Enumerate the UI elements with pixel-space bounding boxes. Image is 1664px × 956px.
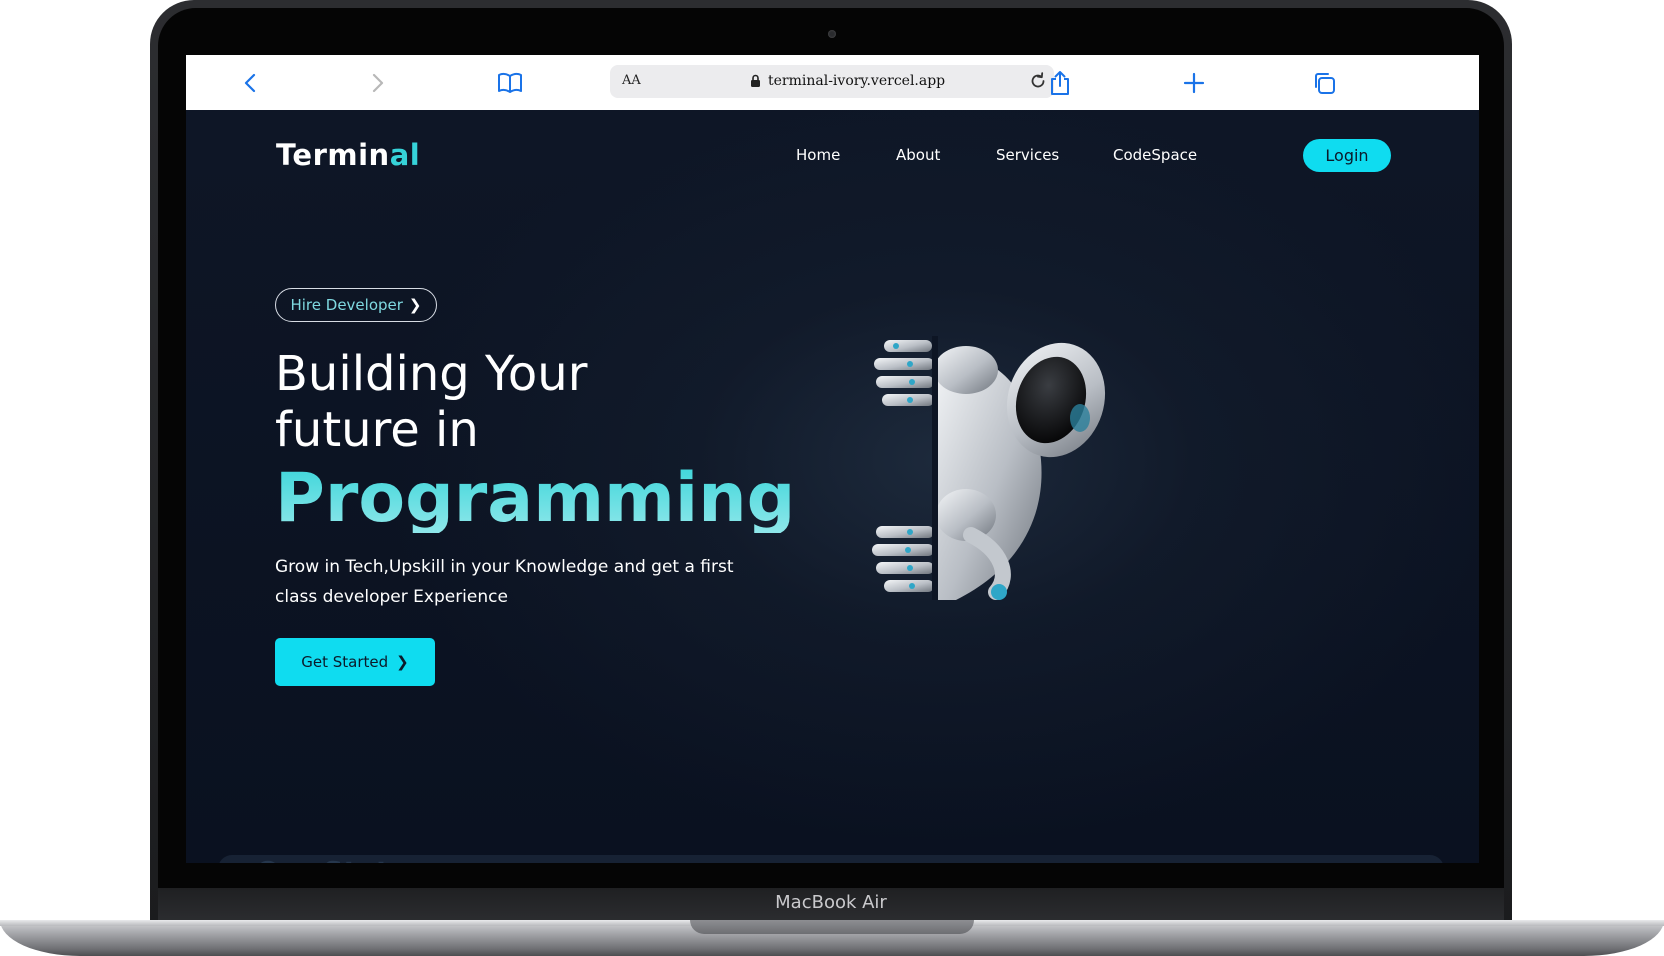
chevron-right-icon: ❯ xyxy=(396,653,409,671)
logo-main-text: Termin xyxy=(276,138,390,172)
reload-icon[interactable] xyxy=(1028,71,1048,96)
hero-title-line-1: Building Your xyxy=(275,346,588,402)
web-page: Terminal Home About Services CodeSpace L… xyxy=(186,110,1479,863)
forward-icon[interactable] xyxy=(364,69,392,97)
site-logo[interactable]: Terminal xyxy=(276,138,420,172)
hero-subtitle: Grow in Tech,Upskill in your Knowledge a… xyxy=(275,557,734,607)
lock-icon xyxy=(750,74,761,93)
nav-codespace[interactable]: CodeSpace xyxy=(1113,146,1197,164)
hire-developer-button[interactable]: Hire Developer ❯ xyxy=(275,288,437,322)
screen: AA terminal-ivory.vercel.app Terminal Ho… xyxy=(186,55,1479,863)
hero-title-line-2: future in xyxy=(275,402,479,458)
device-label: MacBook Air xyxy=(775,892,887,913)
share-icon[interactable] xyxy=(1046,69,1074,97)
chevron-right-icon: ❯ xyxy=(408,296,422,314)
login-button[interactable]: Login xyxy=(1303,139,1391,172)
laptop-hinge-notch xyxy=(690,920,974,934)
robot-illustration xyxy=(872,336,1106,600)
stats-title: Our Stats xyxy=(256,855,406,863)
hero-title-highlight: Programming xyxy=(275,459,796,538)
new-tab-icon[interactable] xyxy=(1180,69,1208,97)
bookmarks-icon[interactable] xyxy=(496,69,524,97)
laptop-chin: MacBook Air xyxy=(158,888,1504,920)
address-bar[interactable]: AA terminal-ivory.vercel.app xyxy=(610,65,1054,98)
logo-accent-text: al xyxy=(389,138,421,172)
text-size-button[interactable]: AA xyxy=(622,73,641,88)
tabs-overview-icon[interactable] xyxy=(1310,69,1338,97)
nav-services[interactable]: Services xyxy=(996,146,1059,164)
back-icon[interactable] xyxy=(236,69,264,97)
nav-home[interactable]: Home xyxy=(796,146,840,164)
hire-developer-label: Hire Developer xyxy=(290,296,403,314)
get-started-label: Get Started xyxy=(301,653,389,671)
camera-dot xyxy=(828,30,836,38)
browser-toolbar: AA terminal-ivory.vercel.app xyxy=(186,55,1479,111)
nav-about[interactable]: About xyxy=(896,146,940,164)
url-text: terminal-ivory.vercel.app xyxy=(768,73,946,89)
get-started-button[interactable]: Get Started ❯ xyxy=(275,638,435,686)
